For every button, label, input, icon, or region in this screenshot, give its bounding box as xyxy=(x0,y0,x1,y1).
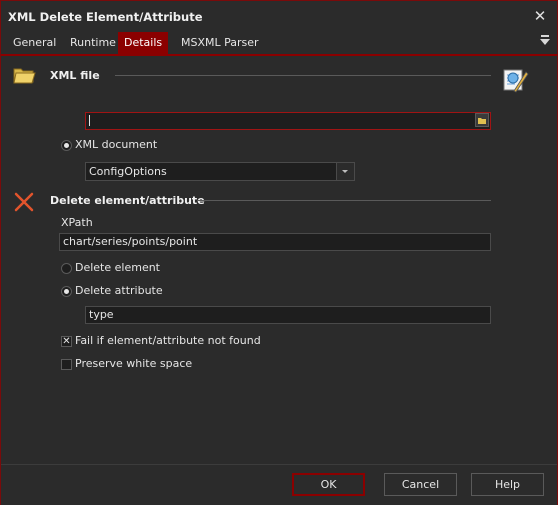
xml-file-heading: XML file xyxy=(50,69,100,82)
xml-document-label: XML document xyxy=(75,138,158,151)
delete-attribute-label: Delete attribute xyxy=(75,284,163,297)
xml-document-radio[interactable] xyxy=(61,140,72,151)
delete-attribute-radio[interactable] xyxy=(61,286,72,297)
section-divider xyxy=(198,200,491,201)
delete-element-label: Delete element xyxy=(75,261,160,274)
title-bar: XML Delete Element/Attribute ✕ xyxy=(1,1,557,32)
delete-section-heading: Delete element/attribute xyxy=(50,194,205,207)
tab-general[interactable]: General xyxy=(7,32,62,54)
details-panel: XML file XML document ConfigOptions Dele… xyxy=(1,56,557,464)
tab-bar: General Runtime Details MSXML Parser xyxy=(1,32,557,56)
chevron-down-icon[interactable] xyxy=(336,163,354,180)
window-title: XML Delete Element/Attribute xyxy=(8,10,203,24)
fail-if-not-found-label: Fail if element/attribute not found xyxy=(75,334,261,347)
tab-details[interactable]: Details xyxy=(118,32,169,54)
tab-overflow-menu-icon[interactable] xyxy=(539,35,551,49)
section-divider xyxy=(115,75,491,76)
ok-button[interactable]: OK xyxy=(292,473,365,496)
xml-document-select[interactable]: ConfigOptions xyxy=(85,162,355,181)
xpath-label: XPath xyxy=(61,216,93,229)
delete-x-icon xyxy=(14,192,34,212)
help-button[interactable]: Help xyxy=(471,473,544,496)
preserve-whitespace-label: Preserve white space xyxy=(75,357,193,370)
xml-file-path-input[interactable] xyxy=(85,112,491,130)
delete-element-radio[interactable] xyxy=(61,263,72,274)
text-caret xyxy=(89,115,90,126)
close-icon[interactable]: ✕ xyxy=(531,7,549,25)
xml-document-edit-icon xyxy=(503,69,529,93)
dialog-window: XML Delete Element/Attribute ✕ General R… xyxy=(0,0,558,505)
folder-icon xyxy=(13,68,36,84)
fail-if-not-found-checkbox[interactable]: ✕ xyxy=(61,336,72,347)
dialog-footer: OK Cancel Help xyxy=(1,464,557,505)
preserve-whitespace-checkbox[interactable] xyxy=(61,359,72,370)
cancel-button[interactable]: Cancel xyxy=(384,473,457,496)
attribute-name-input[interactable]: type xyxy=(85,306,491,324)
xml-document-selected-value: ConfigOptions xyxy=(89,165,167,178)
tab-msxml-parser[interactable]: MSXML Parser xyxy=(175,32,265,54)
tab-runtime[interactable]: Runtime xyxy=(64,32,122,54)
browse-folder-icon[interactable] xyxy=(475,113,489,127)
xpath-input[interactable]: chart/series/points/point xyxy=(59,233,491,251)
